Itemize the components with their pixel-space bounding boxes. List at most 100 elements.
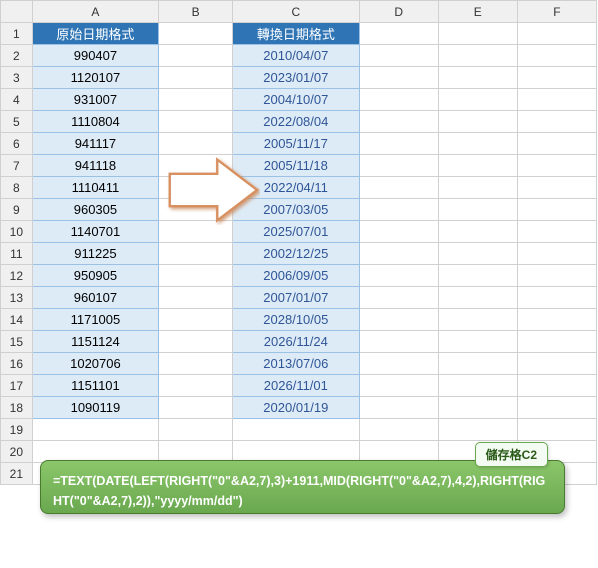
cell-C9[interactable]: 2007/03/05 xyxy=(233,199,360,221)
col-header-A[interactable]: A xyxy=(32,1,159,23)
cell-F14[interactable] xyxy=(517,309,596,331)
cell-A16[interactable]: 1020706 xyxy=(32,353,159,375)
cell-A2[interactable]: 990407 xyxy=(32,45,159,67)
cell-B1[interactable] xyxy=(159,23,233,45)
cell-B2[interactable] xyxy=(159,45,233,67)
spreadsheet-grid[interactable]: A B C D E F 1原始日期格式轉換日期格式29904072010/04/… xyxy=(0,0,597,485)
cell-E11[interactable] xyxy=(438,243,517,265)
cell-A9[interactable]: 960305 xyxy=(32,199,159,221)
cell-C14[interactable]: 2028/10/05 xyxy=(233,309,360,331)
cell-F13[interactable] xyxy=(517,287,596,309)
cell-C7[interactable]: 2005/11/18 xyxy=(233,155,360,177)
cell-D19[interactable] xyxy=(359,419,438,441)
row-header-2[interactable]: 2 xyxy=(1,45,33,67)
cell-B15[interactable] xyxy=(159,331,233,353)
cell-B13[interactable] xyxy=(159,287,233,309)
cell-D1[interactable] xyxy=(359,23,438,45)
cell-E17[interactable] xyxy=(438,375,517,397)
cell-C17[interactable]: 2026/11/01 xyxy=(233,375,360,397)
cell-E15[interactable] xyxy=(438,331,517,353)
cell-C13[interactable]: 2007/01/07 xyxy=(233,287,360,309)
cell-D10[interactable] xyxy=(359,221,438,243)
row-header-17[interactable]: 17 xyxy=(1,375,33,397)
row-header-19[interactable]: 19 xyxy=(1,419,33,441)
cell-D3[interactable] xyxy=(359,67,438,89)
row-header-13[interactable]: 13 xyxy=(1,287,33,309)
row-header-3[interactable]: 3 xyxy=(1,67,33,89)
cell-C5[interactable]: 2022/08/04 xyxy=(233,111,360,133)
cell-A15[interactable]: 1151124 xyxy=(32,331,159,353)
cell-A8[interactable]: 1110411 xyxy=(32,177,159,199)
row-header-16[interactable]: 16 xyxy=(1,353,33,375)
cell-F3[interactable] xyxy=(517,67,596,89)
cell-A19[interactable] xyxy=(32,419,159,441)
cell-C4[interactable]: 2004/10/07 xyxy=(233,89,360,111)
cell-B12[interactable] xyxy=(159,265,233,287)
cell-F6[interactable] xyxy=(517,133,596,155)
row-header-14[interactable]: 14 xyxy=(1,309,33,331)
cell-F4[interactable] xyxy=(517,89,596,111)
cell-F18[interactable] xyxy=(517,397,596,419)
cell-D17[interactable] xyxy=(359,375,438,397)
cell-D8[interactable] xyxy=(359,177,438,199)
cell-F19[interactable] xyxy=(517,419,596,441)
cell-A3[interactable]: 1120107 xyxy=(32,67,159,89)
corner-cell[interactable] xyxy=(1,1,33,23)
cell-E2[interactable] xyxy=(438,45,517,67)
row-header-10[interactable]: 10 xyxy=(1,221,33,243)
cell-D7[interactable] xyxy=(359,155,438,177)
cell-E8[interactable] xyxy=(438,177,517,199)
cell-E16[interactable] xyxy=(438,353,517,375)
cell-F2[interactable] xyxy=(517,45,596,67)
cell-B10[interactable] xyxy=(159,221,233,243)
cell-A7[interactable]: 941118 xyxy=(32,155,159,177)
cell-C18[interactable]: 2020/01/19 xyxy=(233,397,360,419)
cell-D2[interactable] xyxy=(359,45,438,67)
cell-E5[interactable] xyxy=(438,111,517,133)
cell-B16[interactable] xyxy=(159,353,233,375)
row-header-5[interactable]: 5 xyxy=(1,111,33,133)
col-header-F[interactable]: F xyxy=(517,1,596,23)
cell-C12[interactable]: 2006/09/05 xyxy=(233,265,360,287)
cell-F5[interactable] xyxy=(517,111,596,133)
cell-C10[interactable]: 2025/07/01 xyxy=(233,221,360,243)
cell-F11[interactable] xyxy=(517,243,596,265)
cell-C3[interactable]: 2023/01/07 xyxy=(233,67,360,89)
cell-B18[interactable] xyxy=(159,397,233,419)
cell-D11[interactable] xyxy=(359,243,438,265)
cell-D15[interactable] xyxy=(359,331,438,353)
cell-D5[interactable] xyxy=(359,111,438,133)
cell-A11[interactable]: 911225 xyxy=(32,243,159,265)
cell-D16[interactable] xyxy=(359,353,438,375)
cell-B3[interactable] xyxy=(159,67,233,89)
cell-E19[interactable] xyxy=(438,419,517,441)
cell-E6[interactable] xyxy=(438,133,517,155)
cell-C15[interactable]: 2026/11/24 xyxy=(233,331,360,353)
cell-E1[interactable] xyxy=(438,23,517,45)
cell-F12[interactable] xyxy=(517,265,596,287)
cell-E10[interactable] xyxy=(438,221,517,243)
cell-A12[interactable]: 950905 xyxy=(32,265,159,287)
cell-F10[interactable] xyxy=(517,221,596,243)
cell-C11[interactable]: 2002/12/25 xyxy=(233,243,360,265)
row-header-11[interactable]: 11 xyxy=(1,243,33,265)
cell-B7[interactable] xyxy=(159,155,233,177)
cell-C19[interactable] xyxy=(233,419,360,441)
row-header-15[interactable]: 15 xyxy=(1,331,33,353)
cell-A18[interactable]: 1090119 xyxy=(32,397,159,419)
cell-A13[interactable]: 960107 xyxy=(32,287,159,309)
cell-B19[interactable] xyxy=(159,419,233,441)
cell-F9[interactable] xyxy=(517,199,596,221)
cell-E14[interactable] xyxy=(438,309,517,331)
cell-F7[interactable] xyxy=(517,155,596,177)
cell-D6[interactable] xyxy=(359,133,438,155)
cell-E4[interactable] xyxy=(438,89,517,111)
cell-E13[interactable] xyxy=(438,287,517,309)
cell-B4[interactable] xyxy=(159,89,233,111)
cell-A14[interactable]: 1171005 xyxy=(32,309,159,331)
cell-F1[interactable] xyxy=(517,23,596,45)
row-header-7[interactable]: 7 xyxy=(1,155,33,177)
col-header-D[interactable]: D xyxy=(359,1,438,23)
cell-B17[interactable] xyxy=(159,375,233,397)
cell-A4[interactable]: 931007 xyxy=(32,89,159,111)
